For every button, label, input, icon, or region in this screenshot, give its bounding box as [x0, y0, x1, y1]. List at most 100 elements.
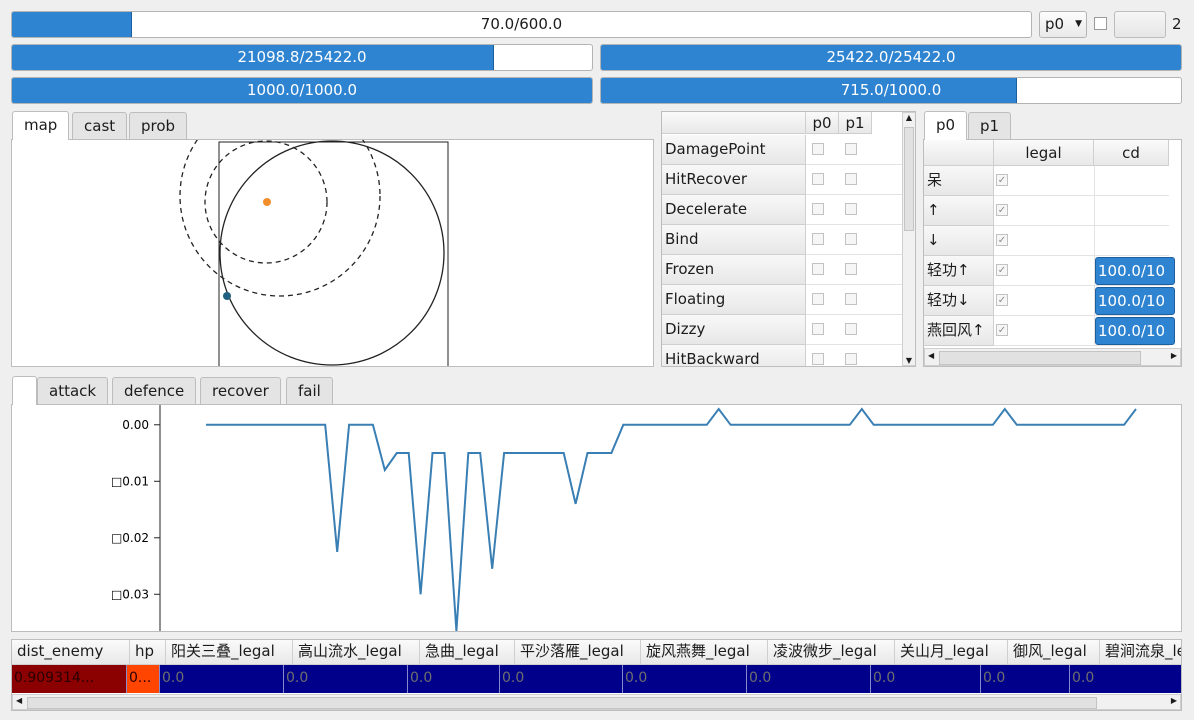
grid-scrollbar-thumb[interactable]	[27, 697, 1097, 709]
skill-cd-bar: 100.0/10	[1095, 287, 1175, 315]
buff-table-scrollbar[interactable]: ▲ ▼	[902, 112, 915, 366]
buff-checkbox-p1[interactable]	[845, 263, 857, 275]
grid-col-header[interactable]: 凌波微步_legal	[768, 640, 895, 664]
blank-button[interactable]	[1114, 11, 1166, 38]
grid-col-header[interactable]: 急曲_legal	[420, 640, 515, 664]
tab-skills-p0[interactable]: p0	[924, 111, 968, 140]
grid-cell[interactable]: 0.0	[1070, 665, 1181, 693]
option-checkbox[interactable]	[1094, 17, 1107, 30]
row-divider	[994, 255, 1169, 256]
col-divider	[1094, 196, 1095, 226]
grid-h-scrollbar[interactable]: ◀ ▶	[12, 694, 1181, 710]
skill-legal-checkbox[interactable]: ✓	[996, 204, 1008, 216]
scroll-left-icon[interactable]: ◀	[928, 351, 934, 360]
buff-checkbox-p0[interactable]	[812, 233, 824, 245]
buff-checkbox-p0[interactable]	[812, 203, 824, 215]
skill-row-label: ↓	[924, 226, 994, 256]
buff-row-label: Floating	[662, 285, 806, 315]
tab-defence[interactable]: defence	[112, 377, 197, 404]
scroll-down-icon[interactable]: ▼	[903, 356, 915, 365]
buff-checkbox-p0[interactable]	[812, 173, 824, 185]
buff-col-p0[interactable]: p0	[806, 112, 839, 134]
buff-checkbox-p1[interactable]	[845, 203, 857, 215]
skill-legal-checkbox[interactable]: ✓	[996, 324, 1008, 336]
skill-table-scrollbar[interactable]: ◀ ▶	[924, 348, 1181, 366]
tab-map[interactable]: map	[12, 111, 70, 140]
buff-row-label: HitRecover	[662, 165, 806, 195]
skill-legal-checkbox[interactable]: ✓	[996, 294, 1008, 306]
grid-cell[interactable]: 0.0	[623, 665, 747, 693]
grid-cell[interactable]: 0.0	[160, 665, 284, 693]
buff-checkbox-p1[interactable]	[845, 233, 857, 245]
h-scrollbar-thumb[interactable]	[939, 351, 1141, 365]
grid-cell[interactable]: 0.0	[871, 665, 981, 693]
grid-cell[interactable]: 0.0	[408, 665, 500, 693]
col-divider	[1094, 166, 1095, 196]
skill-col-cd[interactable]: cd	[1094, 140, 1169, 166]
player-point	[223, 292, 231, 300]
grid-col-header[interactable]: hp	[130, 640, 166, 664]
grid-cell[interactable]: 0.0	[981, 665, 1070, 693]
skill-row-label: 呆	[924, 166, 994, 196]
buff-checkbox-p1[interactable]	[845, 173, 857, 185]
player-select[interactable]: p0 ▼	[1039, 11, 1087, 38]
grid-cell[interactable]: 0.0	[284, 665, 408, 693]
buff-checkbox-p0[interactable]	[812, 353, 824, 365]
skill-table-corner	[924, 140, 994, 166]
buff-checkbox-p0[interactable]	[812, 323, 824, 335]
tab-cast[interactable]: cast	[72, 112, 128, 139]
col-divider	[1094, 226, 1095, 256]
skill-col-legal[interactable]: legal	[994, 140, 1094, 166]
map-canvas	[179, 140, 449, 366]
row-divider	[806, 314, 902, 315]
buff-checkbox-p1[interactable]	[845, 353, 857, 365]
stat-bar-3-text: 1000.0/1000.0	[246, 81, 358, 99]
grid-col-header[interactable]: dist_enemy	[12, 640, 130, 664]
scrollbar-thumb[interactable]	[904, 127, 914, 231]
grid-col-header[interactable]: 碧涧流泉_legal	[1100, 640, 1181, 664]
scroll-up-icon[interactable]: ▲	[903, 113, 915, 122]
buff-checkbox-p1[interactable]	[845, 293, 857, 305]
player-select-value: p0	[1045, 15, 1065, 33]
skill-legal-checkbox[interactable]: ✓	[996, 174, 1008, 186]
skill-legal-checkbox[interactable]: ✓	[996, 264, 1008, 276]
y-tick-label: □0.01	[111, 474, 149, 488]
buff-checkbox-p1[interactable]	[845, 323, 857, 335]
data-grid: dist_enemy hp 阳关三叠_legal 高山流水_legal 急曲_legal…	[11, 639, 1182, 711]
chart-panel: 0.00 □0.01 □0.02 □0.03	[11, 404, 1182, 632]
grid-col-header[interactable]: 阳关三叠_legal	[166, 640, 293, 664]
tab-fail[interactable]: fail	[286, 377, 333, 404]
buff-checkbox-p0[interactable]	[812, 263, 824, 275]
skill-row-label: 燕回风↑	[924, 316, 994, 346]
buff-checkbox-p0[interactable]	[812, 143, 824, 155]
scroll-right-icon[interactable]: ▶	[1171, 351, 1177, 360]
tab-attack[interactable]: attack	[37, 377, 109, 404]
grid-col-header[interactable]: 高山流水_legal	[293, 640, 420, 664]
grid-scroll-right-icon[interactable]: ▶	[1171, 696, 1177, 705]
grid-cell[interactable]: 0...	[127, 665, 160, 693]
skill-legal-checkbox[interactable]: ✓	[996, 234, 1008, 246]
buff-checkbox-p0[interactable]	[812, 293, 824, 305]
grid-col-header[interactable]: 关山月_legal	[895, 640, 1008, 664]
skill-cd-bar: 100.0/10	[1095, 317, 1175, 345]
row-divider	[806, 344, 902, 345]
count-label: 2	[1172, 15, 1182, 33]
tab-recover[interactable]: recover	[200, 377, 281, 404]
grid-scroll-left-icon[interactable]: ◀	[16, 696, 22, 705]
enemy-point	[263, 198, 271, 206]
buff-checkbox-p1[interactable]	[845, 143, 857, 155]
tab-prob[interactable]: prob	[129, 112, 188, 139]
grid-col-header[interactable]: 平沙落雁_legal	[515, 640, 641, 664]
buff-col-p1[interactable]: p1	[839, 112, 872, 134]
y-tick-label: □0.02	[111, 531, 149, 545]
grid-col-header[interactable]: 御风_legal	[1008, 640, 1100, 664]
grid-col-header[interactable]: 旋风燕舞_legal	[641, 640, 768, 664]
tab-blank[interactable]	[12, 376, 37, 405]
grid-cell[interactable]: 0.909314...	[12, 665, 127, 693]
tab-skills-p1[interactable]: p1	[968, 112, 1012, 139]
series-line	[206, 407, 1137, 631]
grid-cell[interactable]: 0.0	[500, 665, 623, 693]
grid-row[interactable]: 0.909314... 0... 0.0 0.0 0.0 0.0 0.0 0.0 0.0 0.0 0…	[12, 665, 1181, 693]
grid-cell[interactable]: 0.0	[747, 665, 871, 693]
stat-bar-1: 21098.8/25422.0	[11, 44, 593, 71]
